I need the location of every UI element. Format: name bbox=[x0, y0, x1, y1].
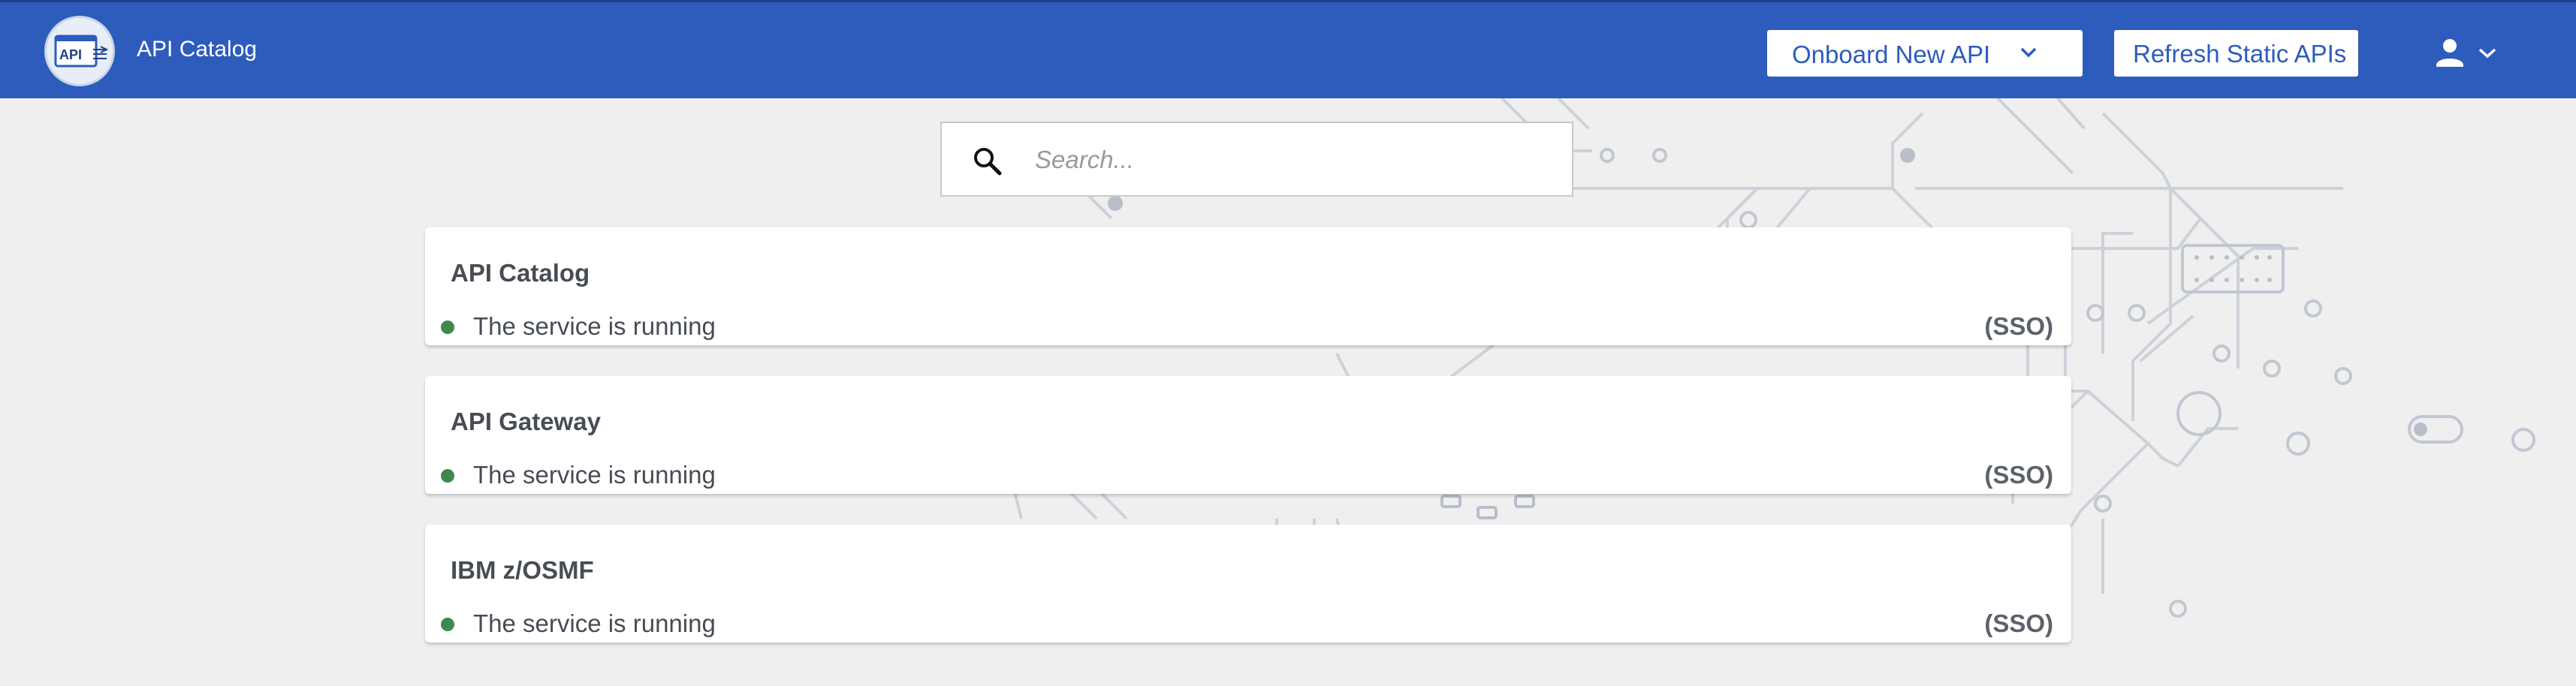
sso-badge: (SSO) bbox=[1984, 461, 2053, 489]
service-card-ibm-zosmf[interactable]: IBM z/OSMF The service is running (SSO) bbox=[425, 525, 2071, 642]
logo-text: API bbox=[59, 47, 82, 62]
service-card-api-gateway[interactable]: API Gateway The service is running (SSO) bbox=[425, 376, 2071, 494]
onboard-button-label: Onboard New API bbox=[1792, 41, 1991, 68]
app-title: API Catalog bbox=[137, 37, 258, 62]
search-input[interactable] bbox=[1033, 141, 1544, 179]
search-icon bbox=[974, 148, 1002, 176]
app-logo[interactable]: API bbox=[44, 16, 115, 86]
service-title: IBM z/OSMF bbox=[451, 556, 594, 584]
sso-badge: (SSO) bbox=[1984, 312, 2053, 340]
status-indicator bbox=[441, 618, 454, 631]
refresh-static-apis-button[interactable]: Refresh Static APIs bbox=[2114, 30, 2358, 77]
sso-badge: (SSO) bbox=[1984, 609, 2053, 637]
service-title: API Gateway bbox=[451, 408, 601, 435]
service-status: The service is running bbox=[473, 609, 716, 637]
chevron-down-icon bbox=[2478, 48, 2496, 59]
user-icon bbox=[2436, 39, 2463, 67]
api-logo-icon: API bbox=[54, 35, 108, 68]
user-menu[interactable] bbox=[2433, 37, 2501, 70]
service-status: The service is running bbox=[473, 461, 716, 489]
app-header: API API Catalog Onboard New API Refresh … bbox=[0, 0, 2576, 98]
service-title: API Catalog bbox=[451, 259, 590, 287]
status-indicator bbox=[441, 469, 454, 483]
search-box[interactable] bbox=[940, 122, 1573, 197]
chevron-down-icon bbox=[2020, 47, 2037, 58]
status-indicator bbox=[441, 320, 454, 334]
service-status: The service is running bbox=[473, 312, 716, 340]
service-card-api-catalog[interactable]: API Catalog The service is running (SSO) bbox=[425, 227, 2071, 345]
onboard-new-api-button[interactable]: Onboard New API bbox=[1767, 30, 2083, 77]
